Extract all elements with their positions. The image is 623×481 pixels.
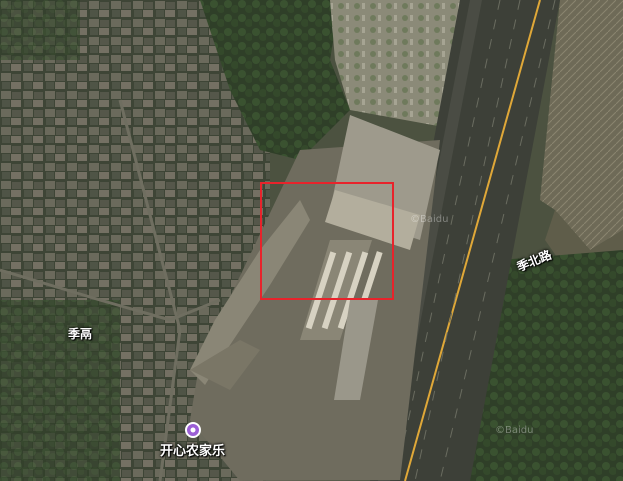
selection-rectangle [260, 182, 394, 300]
satellite-map[interactable]: 季鬲 季北路 开心农家乐 ©Baidu ©Baidu [0, 0, 623, 481]
baidu-watermark: ©Baidu [495, 425, 534, 436]
poi-label[interactable]: 开心农家乐 [160, 440, 225, 459]
poi-kaixin-nongjiale[interactable]: 开心农家乐 [160, 422, 225, 459]
road-label-jiyu: 季鬲 [68, 327, 93, 341]
poi-marker-icon[interactable] [184, 422, 201, 438]
baidu-watermark: ©Baidu [410, 214, 449, 225]
